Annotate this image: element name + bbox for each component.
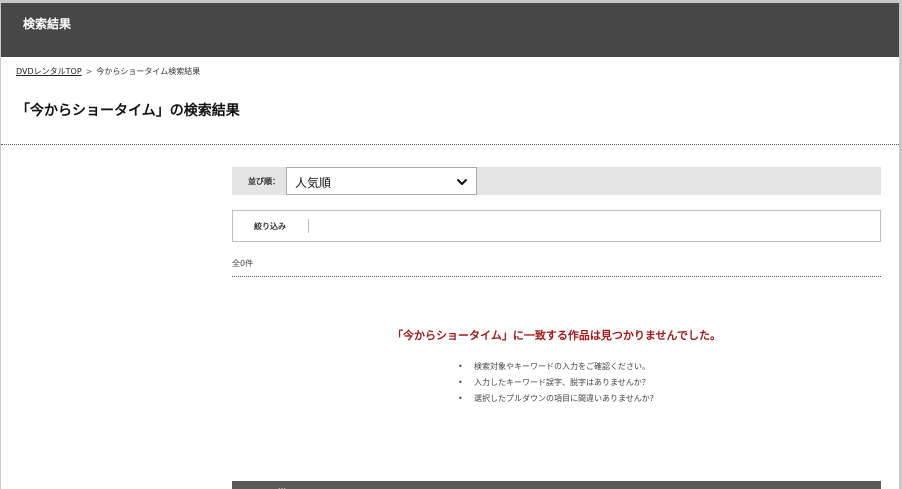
breadcrumb: DVDレンタルTOP > 今からショータイム検索結果 (16, 66, 200, 77)
sort-selected-value: 人気順 (295, 176, 332, 190)
filter-bar: 絞り込み (232, 210, 881, 242)
search-tip: 検索対象やキーワードの入力をご確認ください。 (458, 361, 654, 377)
results-divider (232, 276, 881, 277)
breadcrumb-home-link[interactable]: DVDレンタルTOP (16, 67, 82, 76)
sort-bar: 並び順： 人気順 (232, 167, 881, 195)
search-tips-list: 検索対象やキーワードの入力をご確認ください。 入力したキーワード誤字、脱字はあり… (458, 361, 654, 409)
sort-select[interactable]: 人気順 (286, 167, 477, 195)
breadcrumb-current: 今からショータイム検索結果 (96, 67, 201, 76)
page-title: 「今からショータイム」の検索結果 (16, 103, 240, 119)
bottom-section-header: … (232, 481, 881, 489)
chevron-down-icon (457, 179, 467, 185)
breadcrumb-separator: > (85, 67, 93, 76)
search-tip: 選択したプルダウンの項目に間違いありませんか? (458, 393, 654, 409)
bottom-section-title: … (278, 483, 286, 489)
page-header: 検索結果 (1, 3, 899, 57)
filter-button[interactable]: 絞り込み (254, 221, 286, 232)
sort-label: 並び順： (248, 177, 280, 186)
header-title: 検索結果 (23, 17, 72, 31)
no-result-message: 「今からショータイム」に一致する作品は見つかりませんでした。 (392, 329, 721, 342)
title-divider (1, 144, 899, 145)
result-count: 全0件 (232, 259, 254, 268)
search-tip: 入力したキーワード誤字、脱字はありませんか？ (458, 377, 654, 393)
filter-divider (308, 219, 309, 233)
